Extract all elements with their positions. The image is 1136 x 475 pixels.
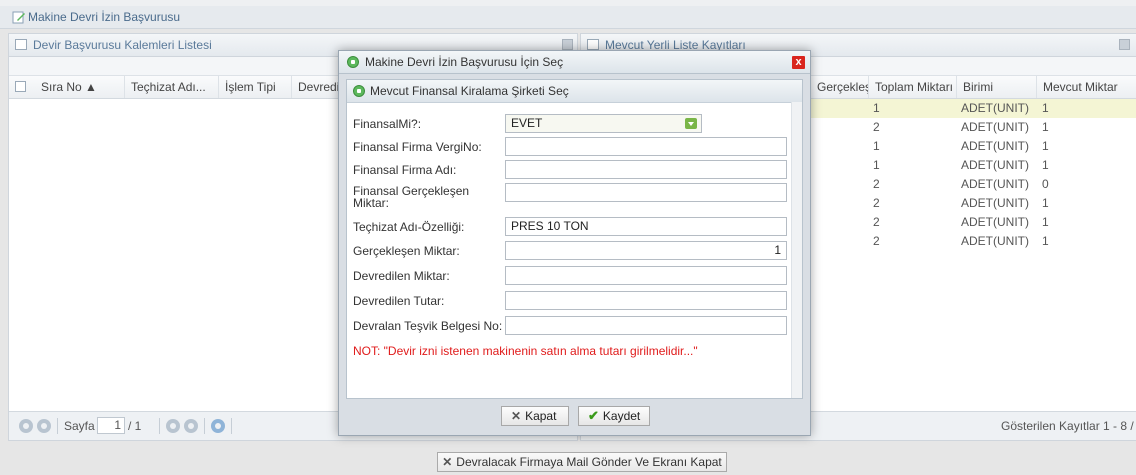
cell-birimi: ADET(UNIT) [961,120,1029,134]
dialog-title: Makine Devri İzin Başvurusu İçin Seç [365,55,564,69]
cell-mevcut: 1 [1042,101,1049,115]
page-title: Makine Devri İzin Başvurusu [28,10,181,24]
purchase-amount-note: NOT: "Devir izni istenen makinenin satın… [353,344,698,358]
firma-adi-label: Finansal Firma Adı: [353,163,457,177]
col-birimi[interactable]: Birimi [957,76,1037,98]
close-icon: ✕ [511,409,522,423]
cell-toplam: 1 [873,101,880,115]
cell-birimi: ADET(UNIT) [961,177,1029,191]
col-toplam-miktari[interactable]: Toplam Miktarı [869,76,957,98]
cell-toplam: 2 [873,215,880,229]
close-icon: ✕ [442,455,453,469]
cell-toplam: 2 [873,177,880,191]
cell-birimi: ADET(UNIT) [961,139,1029,153]
cell-toplam: 2 [873,196,880,210]
cell-birimi: ADET(UNIT) [961,158,1029,172]
save-button[interactable]: ✔ Kaydet [578,406,650,426]
col-techizat-adi[interactable]: Teçhizat Adı... [125,76,219,98]
chevron-down-icon[interactable] [685,118,697,129]
tesvik-no-input[interactable] [505,316,787,335]
list-icon [587,39,599,50]
devredilen-miktar-label: Devredilen Miktar: [353,269,450,283]
last-page-icon[interactable] [184,419,198,433]
firma-adi-input[interactable] [505,160,787,179]
gerceklesen-miktar-input[interactable]: 1 [505,241,787,260]
mail-and-close-label: Devralacak Firmaya Mail Gönder Ve Ekranı… [456,455,722,469]
add-icon [353,85,365,97]
cell-birimi: ADET(UNIT) [961,101,1029,115]
cell-mevcut: 1 [1042,158,1049,172]
tesvik-no-label: Devralan Teşvik Belgesi No: [353,319,503,333]
check-icon: ✔ [588,408,599,423]
col-gerceklesen[interactable]: Gerçekleşen... [811,76,869,98]
gerceklesen-miktar-label: Gerçekleşen Miktar: [353,244,460,258]
cell-mevcut: 0 [1042,177,1049,191]
col-mevcut-miktar[interactable]: Mevcut Miktar [1037,76,1136,98]
first-page-icon[interactable] [19,419,33,433]
form-panel-title: Mevcut Finansal Kiralama Şirketi Seç [370,84,569,98]
vergi-no-label: Finansal Firma VergiNo: [353,140,482,154]
cell-toplam: 1 [873,139,880,153]
left-panel-title: Devir Başvurusu Kalemleri Listesi [33,38,212,52]
cell-birimi: ADET(UNIT) [961,196,1029,210]
cell-mevcut: 1 [1042,234,1049,248]
refresh-icon[interactable] [211,419,225,433]
devredilen-tutar-input[interactable] [505,291,787,310]
collapse-icon[interactable] [562,39,573,50]
next-page-icon[interactable] [166,419,180,433]
cell-mevcut: 1 [1042,215,1049,229]
page-input[interactable]: 1 [97,417,125,434]
vergi-no-input[interactable] [505,137,787,156]
close-icon[interactable]: x [792,56,805,69]
cell-toplam: 1 [873,158,880,172]
cell-toplam: 2 [873,120,880,134]
devredilen-tutar-label: Devredilen Tutar: [353,294,445,308]
gerceklesen-input[interactable] [505,183,787,202]
finansal-mi-value: EVET [511,116,543,130]
prev-page-icon[interactable] [37,419,51,433]
records-info: Gösterilen Kayıtlar 1 - 8 / 8 [1001,419,1136,433]
close-button[interactable]: ✕ Kapat [501,406,569,426]
page-label: Sayfa [64,419,95,433]
cell-toplam: 2 [873,234,880,248]
cell-mevcut: 1 [1042,120,1049,134]
cell-birimi: ADET(UNIT) [961,215,1029,229]
finance-form-panel: Mevcut Finansal Kiralama Şirketi Seç Fin… [346,79,803,399]
cell-mevcut: 1 [1042,139,1049,153]
edit-icon [12,11,25,24]
list-icon [15,39,27,50]
add-icon [347,56,359,68]
page-total: / 1 [128,419,142,433]
save-button-label: Kaydet [602,409,641,423]
collapse-icon[interactable] [1119,39,1130,50]
form-scrollbar[interactable] [791,102,802,398]
techizat-input[interactable]: PRES 10 TON [505,217,787,236]
cell-birimi: ADET(UNIT) [961,234,1029,248]
close-button-label: Kapat [525,409,557,423]
gerceklesen-label-line2: Miktar: [353,196,389,210]
dialog-header: Makine Devri İzin Başvurusu İçin Seç x [339,51,810,74]
finansal-mi-select[interactable]: EVET [505,114,702,133]
col-devredilen[interactable]: Devredi [292,76,342,98]
col-sira-no[interactable]: Sıra No ▲ [33,76,125,98]
select-all-checkbox[interactable] [15,81,26,92]
select-dialog: Makine Devri İzin Başvurusu İçin Seç x M… [338,50,811,436]
devredilen-miktar-input[interactable] [505,266,787,285]
col-islem-tipi[interactable]: İşlem Tipi [219,76,292,98]
form-panel-header: Mevcut Finansal Kiralama Şirketi Seç [347,80,802,103]
techizat-label: Teçhizat Adı-Özelliği: [353,220,465,234]
cell-mevcut: 1 [1042,196,1049,210]
page-title-bar: Makine Devri İzin Başvurusu [0,6,1136,29]
mail-and-close-button[interactable]: ✕ Devralacak Firmaya Mail Gönder Ve Ekran… [437,452,727,472]
finansal-mi-label: FinansalMi?: [353,117,422,131]
